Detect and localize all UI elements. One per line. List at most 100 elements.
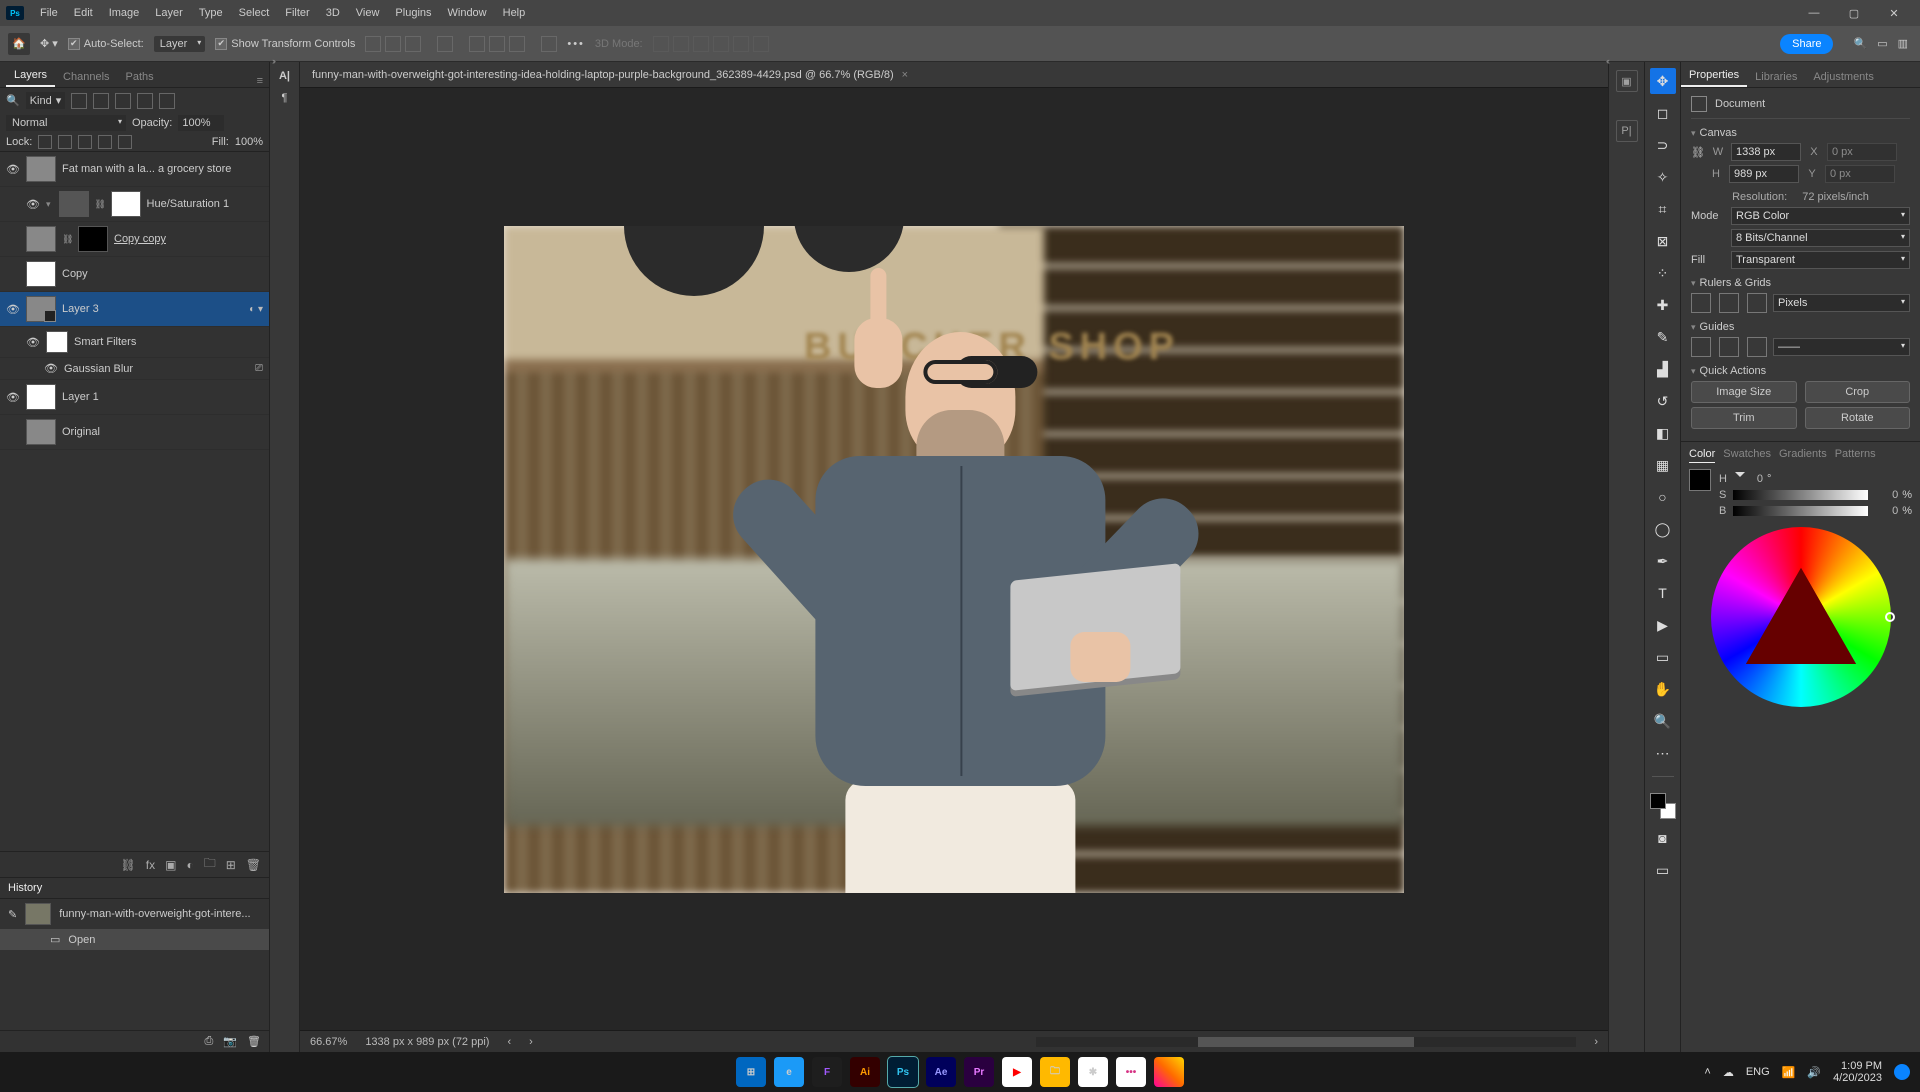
edit-toolbar-icon[interactable]: ⋯	[1650, 740, 1676, 766]
tab-libraries[interactable]: Libraries	[1747, 67, 1805, 87]
tray-chevron-icon[interactable]: ˄	[1704, 1066, 1710, 1078]
search-filter-icon[interactable]: 🔍	[6, 94, 20, 107]
figma-icon[interactable]: F	[812, 1057, 842, 1087]
layer-row[interactable]: 👁 Fat man with a la... a grocery store	[0, 152, 269, 187]
tab-color[interactable]: Color	[1689, 448, 1715, 463]
home-icon[interactable]: 🏠	[8, 33, 30, 55]
crop-button[interactable]: Crop	[1805, 381, 1911, 403]
lasso-tool-icon[interactable]: ⊃	[1650, 132, 1676, 158]
filter-blending-icon[interactable]: ⎚	[255, 363, 263, 374]
mask-thumb[interactable]	[111, 191, 141, 217]
layer-row[interactable]: Original	[0, 415, 269, 450]
filter-type-icon[interactable]	[115, 93, 131, 109]
slack-icon[interactable]: ✱	[1078, 1057, 1108, 1087]
sat-value[interactable]: 0	[1872, 489, 1898, 501]
zoom-value[interactable]: 66.67%	[310, 1036, 347, 1048]
layer-name[interactable]: Layer 3	[62, 303, 99, 315]
guides-icon-3[interactable]	[1747, 337, 1767, 357]
frame-tool-icon[interactable]: ⊠	[1650, 228, 1676, 254]
show-transform-checkbox[interactable]: ✔Show Transform Controls	[215, 38, 355, 50]
section-quick-actions[interactable]: Quick Actions	[1691, 365, 1910, 377]
current-color-swatch[interactable]	[1689, 469, 1711, 491]
color-wheel[interactable]	[1711, 527, 1891, 707]
lock-artboard-icon[interactable]	[98, 135, 112, 149]
clock-time[interactable]: 1:09 PM	[1833, 1060, 1882, 1072]
layer-name[interactable]: Gaussian Blur	[64, 363, 133, 375]
document-tab-title[interactable]: funny-man-with-overweight-got-interestin…	[312, 69, 894, 81]
dodge-tool-icon[interactable]: ◯	[1650, 516, 1676, 542]
stamp-tool-icon[interactable]: ▟	[1650, 356, 1676, 382]
menu-help[interactable]: Help	[495, 7, 534, 19]
layer-fx-icon[interactable]: fx	[146, 858, 155, 872]
statusbar-nav-end-icon[interactable]: ›	[1594, 1036, 1598, 1048]
color-mode-select[interactable]: RGB Color	[1731, 207, 1910, 225]
explorer-icon[interactable]: 🗀	[1040, 1057, 1070, 1087]
ruler-icon[interactable]	[1691, 293, 1711, 313]
layer-row[interactable]: Copy	[0, 257, 269, 292]
statusbar-nav-right-icon[interactable]: ›	[529, 1036, 533, 1048]
filter-smart-icon[interactable]	[159, 93, 175, 109]
visibility-icon[interactable]: 👁	[6, 163, 20, 176]
asana-icon[interactable]: •••	[1116, 1057, 1146, 1087]
link-wh-icon[interactable]: ⛓	[1691, 146, 1705, 159]
auto-select-checkbox[interactable]: ✔Auto-Select:	[68, 38, 144, 50]
doc-dimensions[interactable]: 1338 px x 989 px (72 ppi)	[365, 1036, 489, 1048]
menu-filter[interactable]: Filter	[277, 7, 317, 19]
add-mask-icon[interactable]: ▣	[165, 858, 176, 872]
delete-layer-icon[interactable]: 🗑	[246, 858, 261, 872]
collapse-right-icon[interactable]: ‹‹	[1606, 56, 1608, 66]
section-guides[interactable]: Guides	[1691, 321, 1910, 333]
quick-mask-icon[interactable]: ◙	[1650, 825, 1676, 851]
section-rulers[interactable]: Rulers & Grids	[1691, 277, 1910, 289]
crop-tool-icon[interactable]: ⌗	[1650, 196, 1676, 222]
tab-layers[interactable]: Layers	[6, 65, 55, 87]
menu-edit[interactable]: Edit	[66, 7, 101, 19]
layer-name[interactable]: Copy	[62, 268, 88, 280]
layer-name[interactable]: Copy copy	[114, 233, 166, 245]
tab-swatches[interactable]: Swatches	[1723, 448, 1771, 463]
tab-paths[interactable]: Paths	[118, 67, 162, 87]
collapse-left-icon[interactable]: ››	[272, 56, 274, 66]
move-tool-icon[interactable]: ✥ ▾	[40, 37, 58, 50]
search-icon[interactable]: 🔍	[1853, 37, 1867, 50]
canvas-fill-select[interactable]: Transparent	[1731, 251, 1910, 269]
window-maximize-icon[interactable]: ▢	[1834, 2, 1874, 24]
notification-icon[interactable]	[1894, 1064, 1910, 1080]
lock-image-icon[interactable]	[58, 135, 72, 149]
path-select-tool-icon[interactable]: ▶	[1650, 612, 1676, 638]
menu-layer[interactable]: Layer	[147, 7, 191, 19]
character-panel-icon[interactable]: A|	[279, 70, 290, 82]
marquee-tool-icon[interactable]: ◻	[1650, 100, 1676, 126]
opacity-input[interactable]: 100%	[178, 115, 224, 131]
layer-row[interactable]: 👁 ⛓ Hue/Saturation 1	[0, 187, 269, 222]
paragraph-panel-icon[interactable]: ¶	[282, 92, 288, 104]
layer-kind-filter[interactable]: Kind ▾	[26, 92, 66, 109]
blend-mode-select[interactable]: Normal	[6, 115, 126, 131]
premiere-icon[interactable]: Pr	[964, 1057, 994, 1087]
onedrive-icon[interactable]: ☁	[1723, 1066, 1734, 1079]
canvas-height-input[interactable]	[1729, 165, 1799, 183]
blur-tool-icon[interactable]: ○	[1650, 484, 1676, 510]
tab-channels[interactable]: Channels	[55, 67, 117, 87]
screen-mode-icon[interactable]: ▭	[1650, 857, 1676, 883]
photoshop-icon[interactable]: Ps	[888, 1057, 918, 1087]
filter-row[interactable]: 👁 Gaussian Blur ⎚	[0, 358, 269, 380]
filter-image-icon[interactable]	[71, 93, 87, 109]
menu-file[interactable]: File	[32, 7, 66, 19]
wifi-icon[interactable]: 📶	[1782, 1066, 1796, 1079]
gradient-tool-icon[interactable]: ▦	[1650, 452, 1676, 478]
aftereffects-icon[interactable]: Ae	[926, 1057, 956, 1087]
start-icon[interactable]: ⊞	[736, 1057, 766, 1087]
menu-image[interactable]: Image	[101, 7, 148, 19]
share-button[interactable]: Share	[1780, 34, 1833, 54]
youtube-music-icon[interactable]: ▶	[1002, 1057, 1032, 1087]
trim-button[interactable]: Trim	[1691, 407, 1797, 429]
section-canvas[interactable]: Canvas	[1691, 127, 1910, 139]
align-icons[interactable]	[365, 36, 557, 52]
language-indicator[interactable]: ENG	[1746, 1066, 1770, 1078]
illustrator-icon[interactable]: Ai	[850, 1057, 880, 1087]
filter-shape-icon[interactable]	[137, 93, 153, 109]
layer-row-selected[interactable]: 👁 Layer 3 ◐ ▾	[0, 292, 269, 327]
panel-icon-1[interactable]: ▣	[1616, 70, 1638, 92]
new-group-icon[interactable]: 🗀	[204, 854, 216, 875]
